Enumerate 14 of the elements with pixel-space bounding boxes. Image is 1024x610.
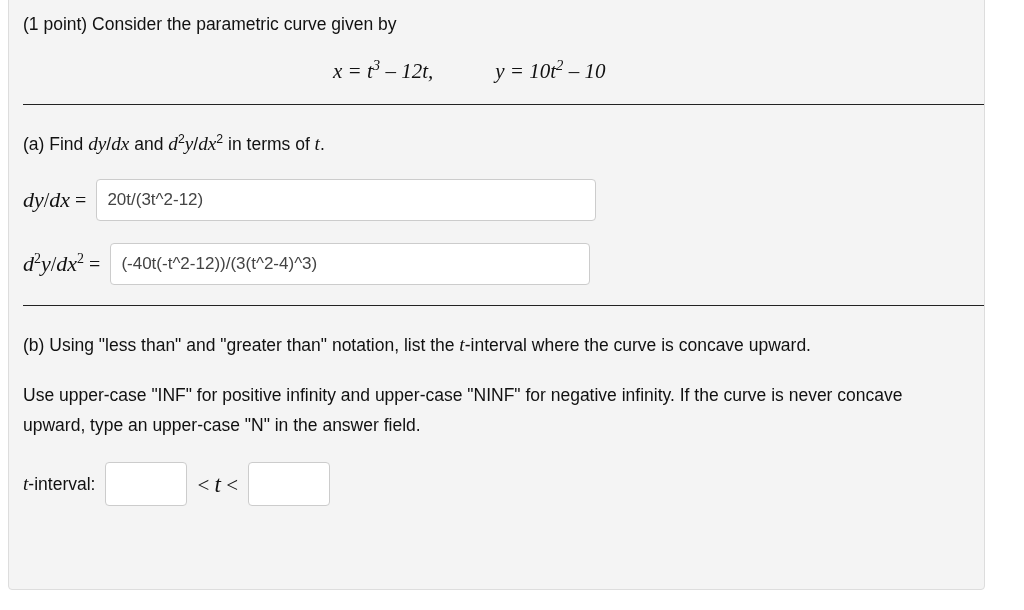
- answer-label: dy/dx =: [23, 187, 87, 213]
- inequality-sign: < t <: [197, 470, 239, 498]
- answer-label: d$^{2}$y/dx$^{2}$ =: [23, 251, 101, 277]
- part-b-instructions: Use upper-case "INF" for positive infinity and upper-case "NINF" for negative infinity. If the curve is never concave upward, type an upper-case "N" in the answer field.: [23, 384, 904, 437]
- problem-intro: (1 point) Consider the parametric curve given by: [23, 13, 398, 36]
- part-a-prompt: (a) Find dy/dx and d$^{2}$y/dx$^{2}$ in terms of t.: [23, 131, 326, 156]
- interval-label: t-interval:: [23, 473, 96, 495]
- upper-bound-field[interactable]: [248, 462, 331, 506]
- equation: y = 10t$^{2}$ – 10: [495, 59, 606, 84]
- lower-bound-field[interactable]: [105, 462, 188, 506]
- part-b-prompt: (b) Using "less than" and "greater than" notation, list the t-interval where the curve is concave upward.: [23, 333, 812, 357]
- equation: x = t$^{3}$ – 12t,: [333, 59, 434, 84]
- answer-field[interactable]: 20t/(3t^2-12): [96, 179, 597, 221]
- answer-field[interactable]: (-40t(-t^2-12))/(3(t^2-4)^3): [110, 243, 591, 285]
